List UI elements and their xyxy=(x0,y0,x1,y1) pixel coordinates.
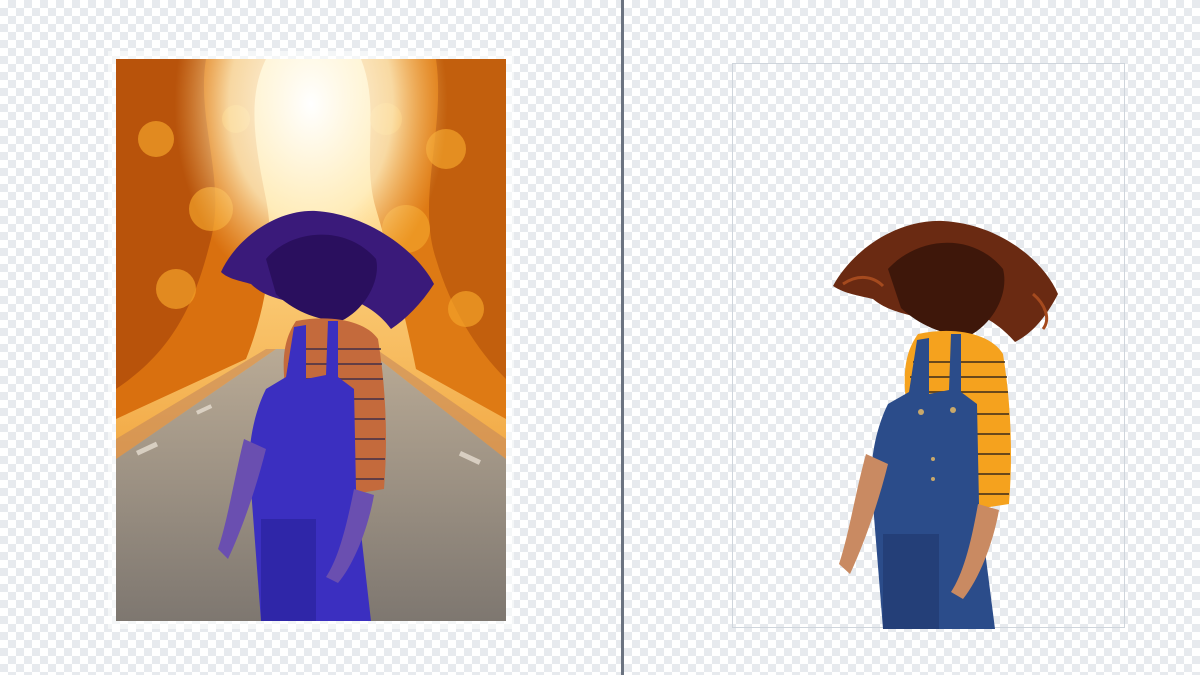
result-pane xyxy=(625,0,1200,675)
original-pane xyxy=(0,0,622,675)
original-photo xyxy=(116,59,506,621)
editor-workspace xyxy=(0,0,1200,675)
split-divider[interactable] xyxy=(621,0,624,675)
cutout-image xyxy=(833,220,1058,629)
result-canvas[interactable] xyxy=(732,63,1125,629)
original-canvas[interactable] xyxy=(116,59,506,621)
